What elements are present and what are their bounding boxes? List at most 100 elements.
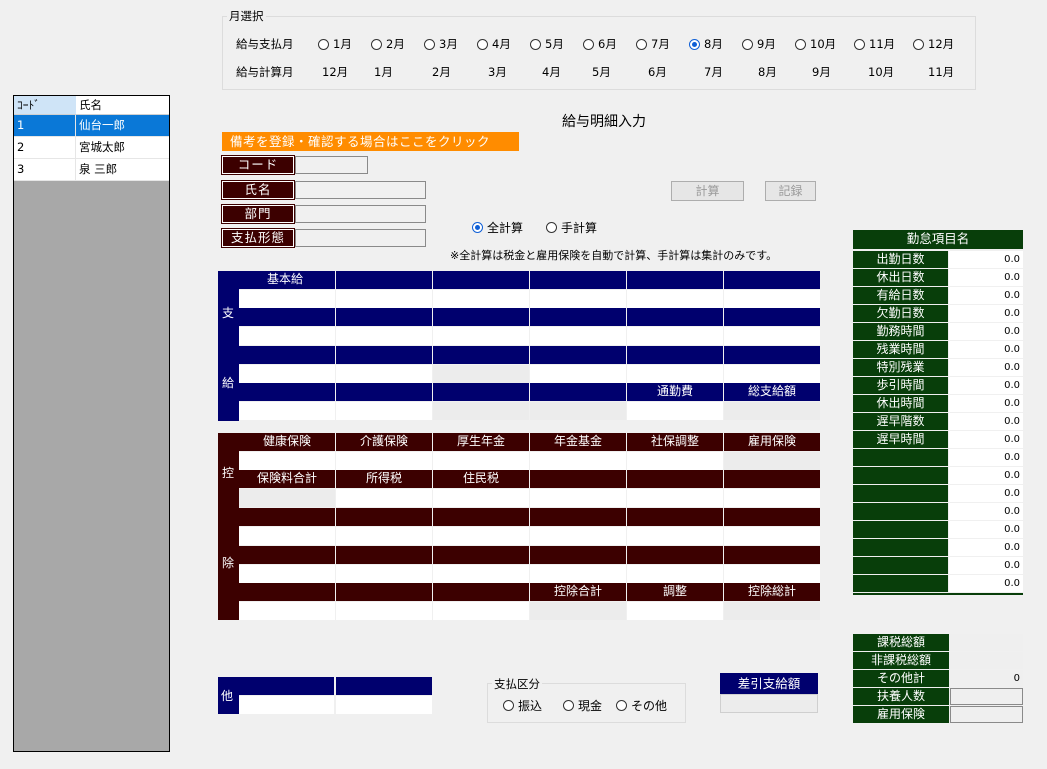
deduction-input-4-5[interactable] (724, 602, 820, 620)
tax-summary-value[interactable] (950, 688, 1023, 705)
payment-input-3-2[interactable] (433, 402, 529, 420)
pay-month-radio-6[interactable] (583, 38, 594, 50)
notes-button[interactable]: 備考を登録・確認する場合はここをクリック (222, 132, 519, 151)
deduction-input-0-4[interactable] (627, 452, 723, 470)
pay-month-option-3[interactable]: 3月 (424, 36, 458, 52)
payment-input-1-0[interactable] (239, 327, 335, 345)
payment-input-0-3[interactable] (530, 290, 626, 308)
payment-input-1-5[interactable] (724, 327, 820, 345)
manual-calc-option[interactable]: 手計算 (546, 219, 597, 236)
employee-row[interactable]: 2 宮城太郎 (14, 137, 169, 159)
employee-row[interactable]: 3泉 三郎 (14, 159, 169, 181)
pay-month-radio-2[interactable] (371, 38, 382, 50)
payment-type-option-2[interactable]: 現金 (563, 697, 602, 714)
pay-month-radio-11[interactable] (854, 38, 865, 50)
attendance-value[interactable]: 0.0 (949, 359, 1023, 376)
pay-month-option-6[interactable]: 6月 (583, 36, 617, 52)
other-input-2[interactable] (336, 696, 432, 714)
payment-input-0-2[interactable] (433, 290, 529, 308)
payment-input-0-0[interactable] (239, 290, 335, 308)
pay-month-radio-12[interactable] (913, 38, 924, 50)
full-calc-radio[interactable] (472, 222, 483, 233)
deduction-input-3-1[interactable] (336, 565, 432, 583)
payment-input-2-2[interactable] (433, 365, 529, 383)
attendance-value[interactable]: 0.0 (949, 485, 1023, 502)
attendance-value[interactable]: 0.0 (949, 557, 1023, 574)
deduction-input-4-4[interactable] (627, 602, 723, 620)
payment-type-radio-1[interactable] (503, 700, 514, 711)
pay-month-option-8[interactable]: 8月 (689, 36, 723, 52)
payment-input-2-5[interactable] (724, 365, 820, 383)
deduction-input-4-2[interactable] (433, 602, 529, 620)
pay-month-option-4[interactable]: 4月 (477, 36, 511, 52)
list-header-code[interactable]: ｺｰﾄﾞ (14, 96, 76, 114)
payment-input-2-3[interactable] (530, 365, 626, 383)
payment-input-1-3[interactable] (530, 327, 626, 345)
attendance-value[interactable]: 0.0 (949, 269, 1023, 286)
attendance-value[interactable]: 0.0 (949, 521, 1023, 538)
attendance-value[interactable]: 0.0 (949, 449, 1023, 466)
payment-input-2-4[interactable] (627, 365, 723, 383)
pay-month-option-2[interactable]: 2月 (371, 36, 405, 52)
employee-list[interactable]: ｺｰﾄﾞ 氏名 1 仙台一郎 2 宮城太郎 3 泉 三郎 (13, 95, 170, 752)
attendance-value[interactable]: 0.0 (949, 539, 1023, 556)
pay-month-radio-9[interactable] (742, 38, 753, 50)
deduction-input-0-1[interactable] (336, 452, 432, 470)
code-field[interactable] (295, 156, 368, 174)
deduction-input-4-3[interactable] (530, 602, 626, 620)
pay-month-radio-8[interactable] (689, 38, 700, 50)
deduction-input-1-3[interactable] (530, 489, 626, 507)
attendance-value[interactable]: 0.0 (949, 467, 1023, 484)
payment-input-1-1[interactable] (336, 327, 432, 345)
deduction-input-3-2[interactable] (433, 565, 529, 583)
deduction-input-2-3[interactable] (530, 527, 626, 545)
pay-month-option-7[interactable]: 7月 (636, 36, 670, 52)
attendance-value[interactable]: 0.0 (949, 377, 1023, 394)
deduction-input-2-2[interactable] (433, 527, 529, 545)
deduction-input-2-4[interactable] (627, 527, 723, 545)
payment-input-3-1[interactable] (336, 402, 432, 420)
deduction-input-3-4[interactable] (627, 565, 723, 583)
payment-input-3-3[interactable] (530, 402, 626, 420)
pay-month-option-9[interactable]: 9月 (742, 36, 776, 52)
deduction-input-0-3[interactable] (530, 452, 626, 470)
employee-row[interactable]: 1 仙台一郎 (14, 115, 169, 137)
pay-month-radio-7[interactable] (636, 38, 647, 50)
payment-input-0-5[interactable] (724, 290, 820, 308)
net-pay-field[interactable] (720, 694, 818, 713)
tax-summary-value[interactable]: 0 (950, 670, 1023, 687)
pay-month-option-11[interactable]: 11月 (854, 36, 895, 52)
attendance-value[interactable]: 0.0 (949, 287, 1023, 304)
calculate-button[interactable]: 計算 (671, 181, 744, 201)
payment-type-radio-2[interactable] (563, 700, 574, 711)
attendance-value[interactable]: 0.0 (949, 323, 1023, 340)
payment-input-3-5[interactable] (724, 402, 820, 420)
full-calc-option[interactable]: 全計算 (472, 219, 523, 236)
payment-input-1-4[interactable] (627, 327, 723, 345)
deduction-input-1-1[interactable] (336, 489, 432, 507)
deduction-input-0-0[interactable] (239, 452, 335, 470)
attendance-value[interactable]: 0.0 (949, 305, 1023, 322)
pay-month-radio-10[interactable] (795, 38, 806, 50)
attendance-value[interactable]: 0.0 (949, 575, 1023, 592)
pay-month-radio-4[interactable] (477, 38, 488, 50)
tax-summary-value[interactable] (950, 634, 1023, 651)
list-header-name[interactable]: 氏名 (76, 96, 169, 114)
manual-calc-radio[interactable] (546, 222, 557, 233)
payment-input-2-1[interactable] (336, 365, 432, 383)
pay-month-radio-5[interactable] (530, 38, 541, 50)
deduction-input-2-1[interactable] (336, 527, 432, 545)
deduction-input-0-5[interactable] (724, 452, 820, 470)
pay-month-radio-1[interactable] (318, 38, 329, 50)
deduction-input-1-0[interactable] (239, 489, 335, 507)
deduction-input-4-1[interactable] (336, 602, 432, 620)
payment-input-0-4[interactable] (627, 290, 723, 308)
payment-type-radio-3[interactable] (616, 700, 627, 711)
pay-month-option-1[interactable]: 1月 (318, 36, 352, 52)
deduction-input-0-2[interactable] (433, 452, 529, 470)
dept-field[interactable] (295, 205, 426, 223)
payment-input-2-0[interactable] (239, 365, 335, 383)
payment-input-1-2[interactable] (433, 327, 529, 345)
attendance-value[interactable]: 0.0 (949, 395, 1023, 412)
deduction-input-1-5[interactable] (724, 489, 820, 507)
